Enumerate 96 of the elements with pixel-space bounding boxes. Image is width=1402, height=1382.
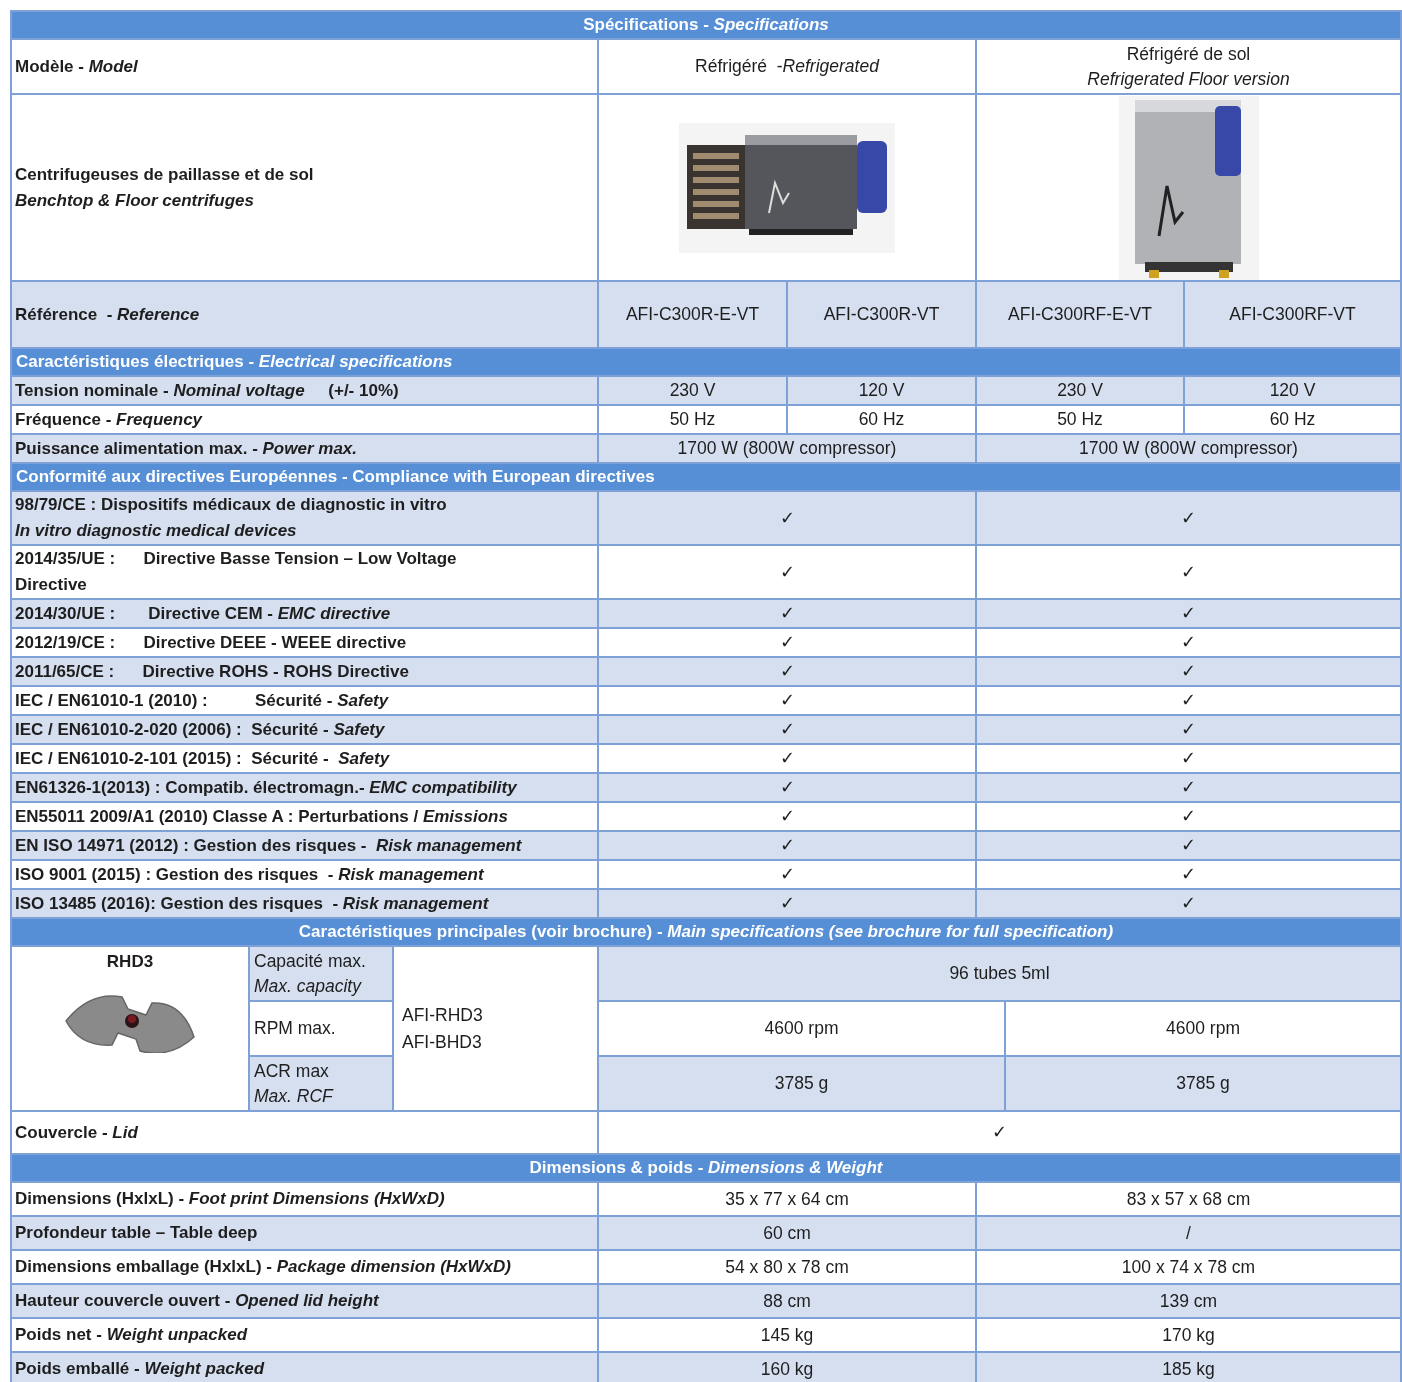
- table-cell: ✓: [977, 861, 1400, 888]
- table-cell: ✓: [977, 832, 1400, 859]
- table-cell: 3785 g: [599, 1057, 1004, 1110]
- row-label: Profondeur table – Table deep: [12, 1217, 597, 1249]
- table-cell: ✓: [977, 629, 1400, 656]
- table-cell: AFI-C300RF-VT: [1185, 282, 1400, 347]
- row-label: Poids net - Weight unpacked: [12, 1319, 597, 1351]
- row-label: Modèle - Model: [12, 40, 597, 93]
- table-cell: 170 kg: [977, 1319, 1400, 1351]
- row-label: IEC / EN61010-1 (2010) : Sécurité - Safety: [12, 687, 597, 714]
- table-cell: ACR max Max. RCF: [250, 1057, 392, 1110]
- table-cell: ✓: [977, 890, 1400, 917]
- row-label: 2011/65/CE : Directive ROHS - ROHS Directive: [12, 658, 597, 685]
- section-header: Dimensions & poids - Dimensions & Weight: [12, 1155, 1400, 1181]
- table-cell: 1700 W (800W compressor): [599, 435, 975, 462]
- table-cell: AFI-C300R-VT: [788, 282, 975, 347]
- row-label: ISO 13485 (2016): Gestion des risques - Risk management: [12, 890, 597, 917]
- table-cell: 4600 rpm: [599, 1002, 1004, 1055]
- table-cell: ✓: [599, 658, 975, 685]
- table-cell: 3785 g: [1006, 1057, 1400, 1110]
- table-cell: 145 kg: [599, 1319, 975, 1351]
- table-cell: 60 Hz: [788, 406, 975, 433]
- row-label: 2014/35/UE : Directive Basse Tension – Low Voltage Directive: [12, 546, 597, 598]
- table-cell: 60 Hz: [1185, 406, 1400, 433]
- table-cell: AFI-C300R-E-VT: [599, 282, 786, 347]
- table-cell: 230 V: [977, 377, 1183, 404]
- table-cell: 96 tubes 5ml: [599, 947, 1400, 1000]
- section-header: Spécifications - Specifications: [12, 12, 1400, 38]
- table-cell: ✓: [977, 687, 1400, 714]
- table-cell: AFI-RHD3 AFI-BHD3: [394, 947, 597, 1110]
- table-cell: ✓: [599, 687, 975, 714]
- table-cell: ✓: [599, 716, 975, 743]
- table-cell: 120 V: [788, 377, 975, 404]
- table-cell: 60 cm: [599, 1217, 975, 1249]
- section-header: Conformité aux directives Européennes - Compliance with European directives: [12, 464, 1400, 490]
- table-cell: Réfrigéré de sol Refrigerated Floor version: [977, 40, 1400, 93]
- table-cell: ✓: [977, 716, 1400, 743]
- row-label: IEC / EN61010-2-020 (2006) : Sécurité - Safety: [12, 716, 597, 743]
- row-label: 2014/30/UE : Directive CEM - EMC directive: [12, 600, 597, 627]
- row-label: Tension nominale - Nominal voltage (+/- 10%): [12, 377, 597, 404]
- row-label: Centrifugeuses de paillasse et de sol Benchtop & Floor centrifuges: [12, 95, 597, 280]
- table-cell: ✓: [977, 745, 1400, 772]
- row-label: IEC / EN61010-2-101 (2015) : Sécurité - Safety: [12, 745, 597, 772]
- table-cell: ✓: [599, 890, 975, 917]
- rotor-title: RHD3: [106, 951, 154, 973]
- table-cell: ✓: [977, 774, 1400, 801]
- table-cell: ✓: [599, 774, 975, 801]
- table-cell: RPM max.: [250, 1002, 392, 1055]
- table-cell: ✓: [599, 832, 975, 859]
- section-header: Caractéristiques électriques - Electrical specifications: [12, 349, 1400, 375]
- table-cell: ✓: [977, 546, 1400, 598]
- row-label: Dimensions emballage (HxlxL) - Package dimension (HxWxD): [12, 1251, 597, 1283]
- row-label: 2012/19/CE : Directive DEEE - WEEE directive: [12, 629, 597, 656]
- row-label: EN55011 2009/A1 (2010) Classe A : Perturbations / Emissions: [12, 803, 597, 830]
- row-label: 98/79/CE : Dispositifs médicaux de diagnostic in vitro In vitro diagnostic medical devices: [12, 492, 597, 544]
- table-cell: 100 x 74 x 78 cm: [977, 1251, 1400, 1283]
- row-label: Référence - Reference: [12, 282, 597, 347]
- table-cell: /: [977, 1217, 1400, 1249]
- table-cell: ✓: [599, 492, 975, 544]
- table-cell: 1700 W (800W compressor): [977, 435, 1400, 462]
- table-cell: ✓: [599, 745, 975, 772]
- table-cell: ✓: [599, 803, 975, 830]
- table-cell: Réfrigéré -Refrigerated: [599, 40, 975, 93]
- table-cell: 50 Hz: [977, 406, 1183, 433]
- table-cell: 185 kg: [977, 1353, 1400, 1382]
- table-cell: 139 cm: [977, 1285, 1400, 1317]
- row-label: Puissance alimentation max. - Power max.: [12, 435, 597, 462]
- table-cell: 230 V: [599, 377, 786, 404]
- table-cell: ✓: [599, 1112, 1400, 1153]
- table-cell: ✓: [599, 629, 975, 656]
- row-label: EN61326-1(2013) : Compatib. électromagn.- EMC compatibility: [12, 774, 597, 801]
- table-cell: 54 x 80 x 78 cm: [599, 1251, 975, 1283]
- table-cell: ✓: [599, 861, 975, 888]
- section-header: Caractéristiques principales (voir brochure) - Main specifications (see brochure for full specification): [12, 919, 1400, 945]
- table-cell: ✓: [977, 803, 1400, 830]
- table-cell: 160 kg: [599, 1353, 975, 1382]
- table-cell: ✓: [599, 546, 975, 598]
- row-label: Hauteur couvercle ouvert - Opened lid height: [12, 1285, 597, 1317]
- row-label: Fréquence - Frequency: [12, 406, 597, 433]
- table-cell: 120 V: [1185, 377, 1400, 404]
- row-label: ISO 9001 (2015) : Gestion des risques - Risk management: [12, 861, 597, 888]
- table-cell: AFI-C300RF-E-VT: [977, 282, 1183, 347]
- table-cell: ✓: [599, 600, 975, 627]
- table-cell: ✓: [977, 600, 1400, 627]
- table-cell: 50 Hz: [599, 406, 786, 433]
- row-label: EN ISO 14971 (2012) : Gestion des risques - Risk management: [12, 832, 597, 859]
- table-cell: 88 cm: [599, 1285, 975, 1317]
- row-label: Poids emballé - Weight packed: [12, 1353, 597, 1382]
- row-label: Couvercle - Lid: [12, 1112, 597, 1153]
- table-cell: 4600 rpm: [1006, 1002, 1400, 1055]
- table-cell: 83 x 57 x 68 cm: [977, 1183, 1400, 1215]
- row-label: Dimensions (HxlxL) - Foot print Dimensions (HxWxD): [12, 1183, 597, 1215]
- table-cell: Capacité max. Max. capacity: [250, 947, 392, 1000]
- table-cell: 35 x 77 x 64 cm: [599, 1183, 975, 1215]
- table-cell: ✓: [977, 492, 1400, 544]
- table-cell: ✓: [977, 658, 1400, 685]
